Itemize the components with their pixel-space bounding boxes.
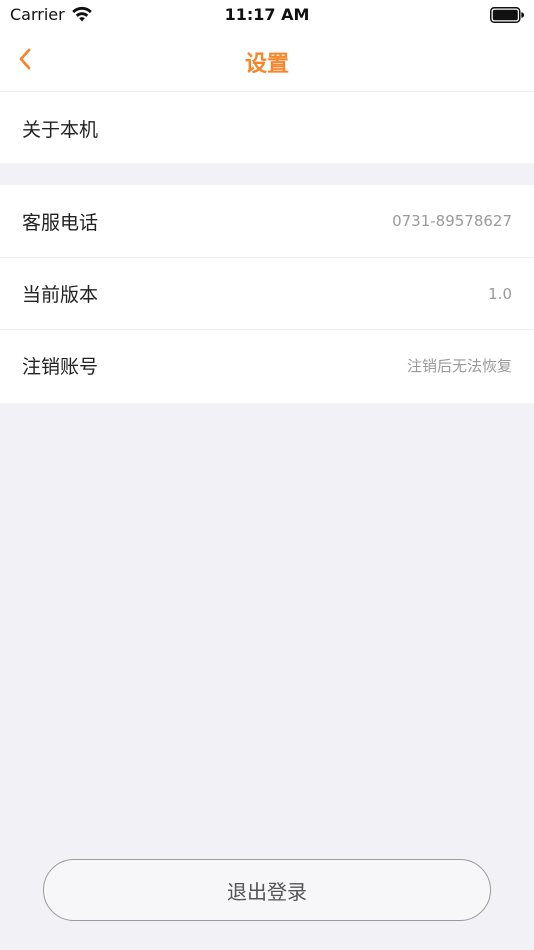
about-device-row[interactable]: 关于本机: [0, 92, 534, 164]
nav-bar: 设置: [0, 30, 534, 92]
row-label: 关于本机: [22, 118, 99, 141]
phone-number-value: 0731-89578627: [392, 212, 512, 230]
row-label: 客服电话: [22, 211, 99, 234]
settings-group-info: 客服电话 0731-89578627 当前版本 1.0 注销账号 注销后无法恢复: [0, 185, 534, 403]
clock-time: 11:17 AM: [224, 5, 310, 24]
delete-account-hint: 注销后无法恢复: [406, 357, 512, 375]
battery-full-icon: [490, 7, 525, 27]
settings-group-about: 关于本机: [0, 92, 534, 163]
version-value: 1.0: [488, 284, 512, 303]
page-title: 设置: [244, 52, 289, 77]
delete-account-row[interactable]: 注销账号 注销后无法恢复: [0, 329, 534, 401]
current-version-row[interactable]: 当前版本 1.0: [0, 257, 534, 329]
logout-button[interactable]: 退出登录: [43, 859, 491, 921]
row-label: 当前版本: [22, 284, 99, 306]
customer-service-phone-row[interactable]: 客服电话 0731-89578627: [0, 185, 534, 257]
row-label: 注销账号: [22, 356, 99, 378]
status-bar: Carrier 11:17 AM: [0, 0, 534, 30]
